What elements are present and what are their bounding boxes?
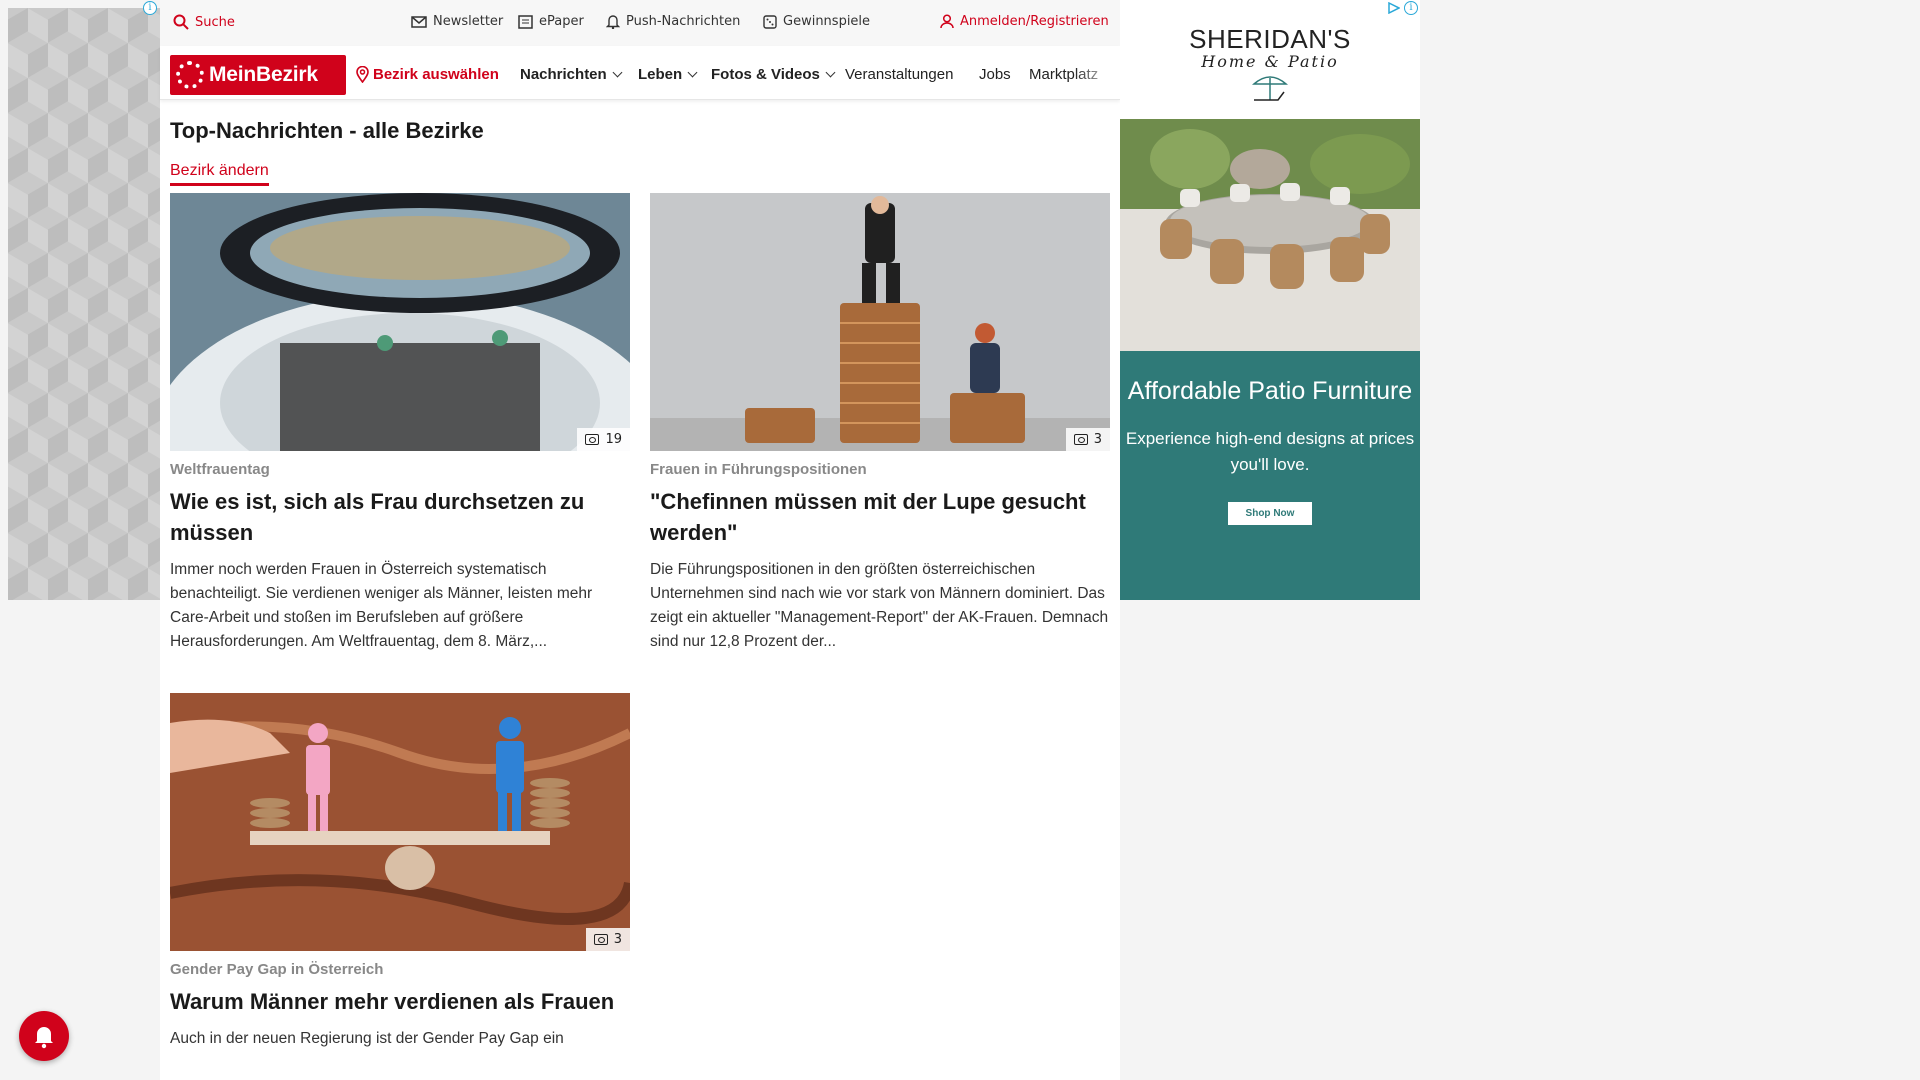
search-icon	[173, 14, 189, 30]
push-notifications-link[interactable]: Push-Nachrichten	[606, 14, 740, 29]
nav-jobs-label: Jobs	[979, 66, 1011, 83]
ad-info-icon[interactable]: i	[143, 1, 157, 15]
article-teaser: Die Führungspositionen in den größten ös…	[650, 561, 1109, 650]
ad-copy: Experience high-end designs at prices yo…	[1125, 429, 1415, 474]
logo[interactable]: MeinBezirk	[170, 55, 346, 95]
chevron-down-icon	[825, 67, 836, 78]
article-teaser: Auch in der neuen Regierung ist der Gend…	[170, 1030, 564, 1047]
coin-stacks-photo	[650, 193, 1110, 451]
ad-brand-subtitle: Home & Patio	[1201, 52, 1339, 71]
patio-furniture-photo	[1120, 119, 1420, 351]
chevron-down-icon	[612, 67, 623, 78]
article-title[interactable]: Warum Männer mehr verdienen als Frauen	[170, 986, 630, 1017]
article-title[interactable]: "Chefinnen müssen mit der Lupe gesucht w…	[650, 486, 1110, 548]
article-category: Weltfrauentag	[170, 461, 270, 478]
article-category: Frauen in Führungspositionen	[650, 461, 867, 478]
nav-scroll-fade	[1074, 52, 1120, 96]
woman-goggles-photo	[170, 193, 630, 451]
left-ad-banner[interactable]	[8, 8, 160, 600]
nav-veranstaltungen-label: Veranstaltungen	[845, 66, 954, 83]
gewinnspiele-label: Gewinnspiele	[783, 14, 871, 29]
login-label: Anmelden/Registrieren	[960, 14, 1109, 29]
change-district-link[interactable]: Bezirk ändern	[170, 162, 269, 186]
notification-bell-button[interactable]	[19, 1011, 69, 1061]
nav-leben-label: Leben	[638, 66, 683, 83]
location-pin-icon	[356, 66, 369, 83]
ad-panel: Affordable Patio Furniture Experience hi…	[1120, 351, 1420, 600]
nav-fotos-videos-label: Fotos & Videos	[711, 66, 820, 83]
article-image[interactable]: 3	[650, 193, 1110, 451]
umbrella-lounger-icon	[1252, 76, 1288, 101]
nav-jobs[interactable]: Jobs	[979, 66, 1011, 83]
ad-info-icon[interactable]: i	[1404, 1, 1418, 15]
adchoices-icon[interactable]	[1388, 2, 1400, 14]
ad-shop-now-button[interactable]: Shop Now	[1227, 502, 1313, 525]
article-card[interactable]: 3 Gender Pay Gap in Österreich Warum Män…	[170, 693, 630, 1051]
dice-icon	[763, 14, 777, 29]
select-district-label: Bezirk auswählen	[373, 66, 499, 83]
epaper-label: ePaper	[539, 14, 584, 29]
gallery-icon	[585, 434, 600, 445]
article-image[interactable]: 3	[170, 693, 630, 951]
image-count: 19	[605, 432, 622, 447]
bell-icon	[606, 15, 620, 29]
login-link[interactable]: Anmelden/Registrieren	[940, 14, 1109, 29]
article-card[interactable]: 19 Weltfrauentag Wie es ist, sich als Fr…	[170, 193, 630, 654]
seesaw-figures-photo	[170, 693, 630, 951]
search-label: Suche	[195, 14, 235, 30]
logo-icon	[176, 61, 204, 89]
epaper-link[interactable]: ePaper	[518, 14, 584, 29]
ad-headline: Affordable Patio Furniture	[1127, 377, 1413, 405]
nav-leben[interactable]: Leben	[638, 66, 698, 83]
main-content: Suche Newsletter ePaper Push-Nachrichten…	[160, 0, 1120, 1080]
gewinnspiele-link[interactable]: Gewinnspiele	[763, 14, 870, 29]
select-district-button[interactable]: Bezirk auswählen	[356, 66, 499, 83]
gallery-icon	[593, 934, 608, 945]
newsletter-label: Newsletter	[433, 14, 504, 29]
right-ad-banner[interactable]: i SHERIDAN'S Home & Patio Affordable Pat…	[1120, 0, 1420, 600]
image-count: 3	[1093, 432, 1102, 447]
article-teaser: Immer noch werden Frauen in Österreich s…	[170, 561, 593, 650]
push-label: Push-Nachrichten	[626, 14, 741, 29]
gallery-icon	[1073, 434, 1088, 445]
article-image[interactable]: 19	[170, 193, 630, 451]
nav-veranstaltungen[interactable]: Veranstaltungen	[845, 66, 953, 83]
mail-icon	[411, 15, 427, 28]
image-count-badge: 3	[585, 928, 630, 951]
nav-nachrichten[interactable]: Nachrichten	[520, 66, 623, 83]
nav-nachrichten-label: Nachrichten	[520, 66, 607, 83]
image-count: 3	[613, 932, 622, 947]
article-title[interactable]: Wie es ist, sich als Frau durchsetzen zu…	[170, 486, 630, 548]
newspaper-icon	[518, 14, 533, 29]
logo-text: MeinBezirk	[209, 63, 318, 86]
article-category: Gender Pay Gap in Österreich	[170, 961, 384, 978]
main-navigation: MeinBezirk Bezirk auswählen Nachrichten …	[160, 46, 1120, 100]
chevron-down-icon	[687, 67, 698, 78]
newsletter-link[interactable]: Newsletter	[411, 14, 503, 29]
image-count-badge: 3	[1065, 428, 1110, 451]
page-title: Top-Nachrichten - alle Bezirke	[170, 118, 484, 143]
article-card[interactable]: 3 Frauen in Führungspositionen "Chefinne…	[650, 193, 1110, 654]
ad-brand-name: SHERIDAN'S	[1189, 24, 1351, 54]
nav-fotos-videos[interactable]: Fotos & Videos	[711, 66, 836, 83]
image-count-badge: 19	[577, 428, 630, 451]
bell-icon	[35, 1027, 53, 1049]
top-utility-bar: Suche Newsletter ePaper Push-Nachrichten…	[160, 0, 1120, 46]
user-icon	[940, 14, 954, 29]
search-link[interactable]: Suche	[173, 14, 235, 30]
